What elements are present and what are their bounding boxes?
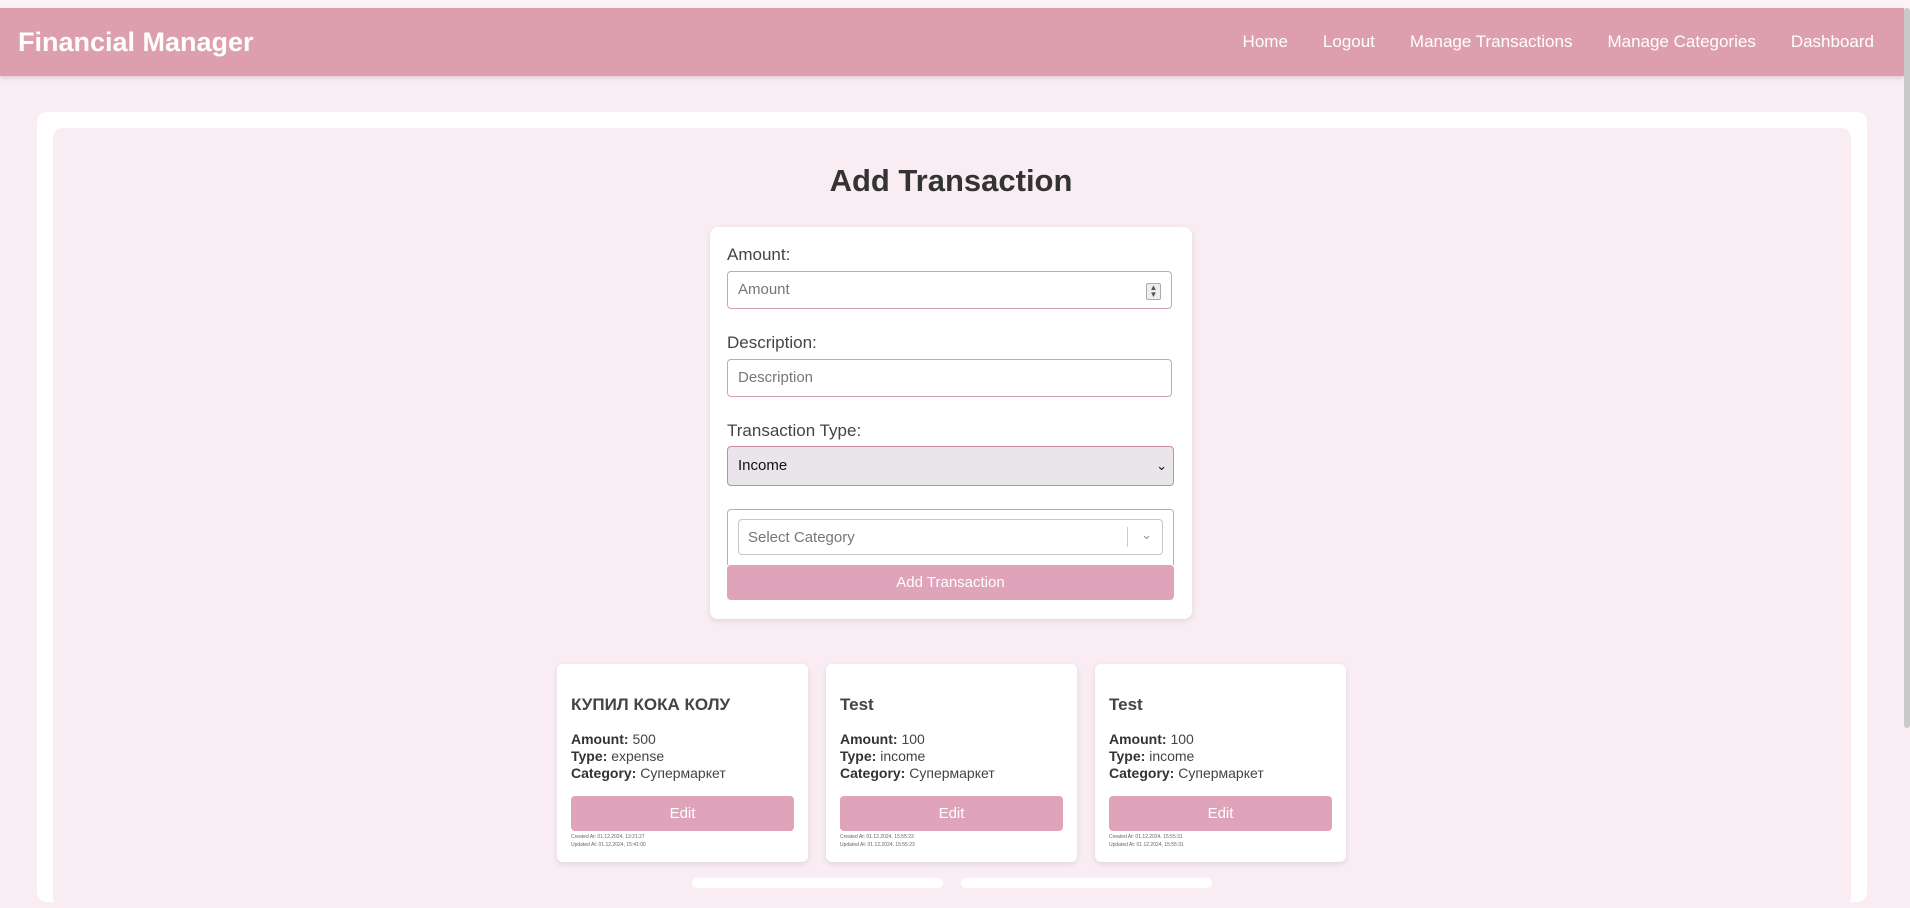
transaction-title: Test: [1109, 695, 1143, 714]
updated-at: Updated At: 01.12.2024, 15:55:31: [1109, 842, 1184, 848]
transaction-amount: Amount: 100: [840, 731, 925, 747]
created-at: Created At: 01.12.2024, 13:21:27: [571, 834, 645, 840]
amount-placeholder: Amount: [738, 281, 790, 298]
add-transaction-form: Amount: Amount ▲ ▼ Description: Descripti…: [710, 227, 1192, 619]
nav-link-home[interactable]: Home: [1243, 32, 1288, 52]
transaction-type: Type: expense: [571, 748, 665, 764]
transaction-amount: Amount: 100: [1109, 731, 1194, 747]
add-transaction-button[interactable]: Add Transaction: [727, 565, 1174, 600]
brand-title[interactable]: Financial Manager: [18, 27, 254, 58]
description-input[interactable]: Description: [727, 359, 1172, 397]
description-placeholder: Description: [738, 369, 814, 386]
transaction-category: Category: Супермаркет: [1109, 765, 1264, 781]
browser-top-strip: [0, 0, 1910, 8]
updated-at: Updated At: 01.12.2024, 15:55:23: [840, 842, 915, 848]
edit-button[interactable]: Edit: [840, 796, 1063, 831]
nav-link-manage-transactions[interactable]: Manage Transactions: [1410, 32, 1573, 52]
transaction-amount: Amount: 500: [571, 731, 656, 747]
chevron-down-icon: ⌄: [1156, 458, 1167, 473]
transaction-card-partial: [961, 878, 1212, 888]
page-title: Add Transaction: [829, 163, 1073, 198]
nav-link-dashboard[interactable]: Dashboard: [1791, 32, 1874, 52]
created-at: Created At: 01.12.2024, 15:55:31: [1109, 834, 1183, 840]
nav-links: Home Logout Manage Transactions Manage C…: [1243, 32, 1874, 52]
category-wrapper: Select Category ⌄: [727, 509, 1174, 565]
nav-link-manage-categories[interactable]: Manage Categories: [1607, 32, 1755, 52]
transaction-title: КУПИЛ КОКА КОЛУ: [571, 695, 731, 714]
updated-at: Updated At: 01.12.2024, 15:41:00: [571, 842, 646, 848]
amount-stepper[interactable]: ▲ ▼: [1146, 283, 1161, 300]
transaction-card: КУПИЛ КОКА КОЛУ Amount: 500 Type: expens…: [557, 664, 808, 862]
transaction-card-partial: [692, 878, 943, 888]
amount-input[interactable]: Amount ▲ ▼: [727, 271, 1172, 309]
category-separator: [1127, 527, 1128, 547]
transaction-type: Type: income: [1109, 748, 1195, 764]
amount-label: Amount:: [727, 245, 791, 264]
edit-button[interactable]: Edit: [1109, 796, 1332, 831]
transaction-card: Test Amount: 100 Type: income Category: …: [826, 664, 1077, 862]
transaction-type-label: Transaction Type:: [727, 421, 862, 440]
nav-link-logout[interactable]: Logout: [1323, 32, 1375, 52]
category-placeholder: Select Category: [748, 529, 855, 546]
created-at: Created At: 01.12.2024, 15:55:23: [840, 834, 914, 840]
transaction-category: Category: Супермаркет: [840, 765, 995, 781]
transaction-type: Type: income: [840, 748, 926, 764]
edit-button[interactable]: Edit: [571, 796, 794, 831]
page-scrollbar[interactable]: [1904, 8, 1910, 728]
transaction-category: Category: Супермаркет: [571, 765, 726, 781]
transaction-title: Test: [840, 695, 874, 714]
transaction-type-select[interactable]: Income ⌄: [727, 446, 1174, 486]
transaction-card: Test Amount: 100 Type: income Category: …: [1095, 664, 1346, 862]
category-select[interactable]: Select Category ⌄: [738, 519, 1163, 555]
chevron-down-icon[interactable]: ⌄: [1141, 527, 1152, 543]
transaction-type-value: Income: [738, 457, 788, 474]
description-label: Description:: [727, 333, 817, 352]
navbar: Financial Manager Home Logout Manage Tra…: [0, 8, 1904, 76]
